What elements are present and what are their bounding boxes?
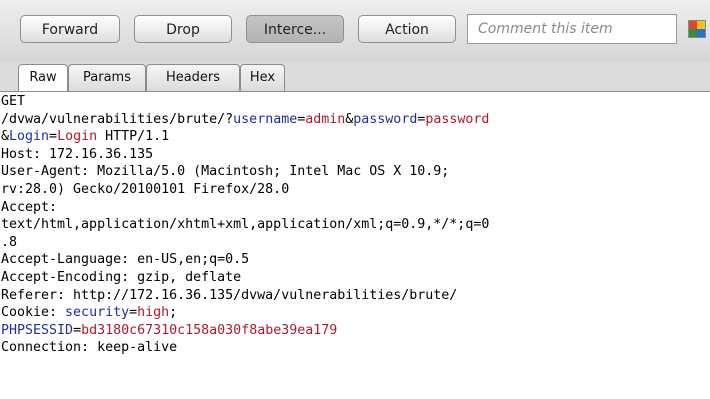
param-password-key: password (353, 111, 418, 127)
tab-headers[interactable]: Headers (146, 64, 240, 91)
highlight-color-icon[interactable] (688, 20, 706, 38)
param-login-value: Login (57, 129, 98, 145)
raw-request-editor[interactable]: GET /dvwa/vulnerabilities/brute/?usernam… (0, 91, 710, 399)
header-accept-label: Accept: (1, 199, 58, 215)
cookie-phpsessid-key: PHPSESSID (1, 322, 74, 338)
color-swatch-blue (697, 29, 705, 37)
header-accept-encoding: Accept-Encoding: gzip, deflate (1, 269, 242, 285)
header-user-agent-1: User-Agent: Mozilla/5.0 (Macintosh; Inte… (1, 164, 450, 180)
header-accept-value-1: text/html,application/xhtml+xml,applicat… (1, 217, 490, 233)
cookie-security-value: high (137, 305, 170, 321)
color-swatch-green (689, 29, 697, 37)
tab-raw[interactable]: Raw (18, 64, 68, 92)
param-login-key: Login (9, 129, 50, 145)
request-method: GET (1, 94, 26, 109)
header-cookie-label: Cookie: (1, 305, 66, 321)
header-host: Host: 172.16.36.135 (1, 146, 154, 162)
action-button[interactable]: Action (358, 15, 456, 43)
color-swatch-red (689, 21, 697, 29)
proxy-toolbar: Forward Drop Interce... Action Comment t… (0, 0, 710, 62)
intercept-button[interactable]: Interce... (246, 15, 344, 43)
cookie-phpsessid-value: bd3180c67310c158a030f8abe39ea179 (81, 322, 338, 338)
comment-field[interactable]: Comment this item (467, 14, 677, 44)
param-username-key: username (233, 111, 298, 127)
cookie-security-key: security (65, 305, 130, 321)
header-connection: Connection: keep-alive (1, 340, 178, 356)
header-user-agent-2: rv:28.0) Gecko/20100101 Firefox/28.0 (1, 181, 290, 197)
drop-button[interactable]: Drop (134, 15, 232, 43)
request-path: /dvwa/vulnerabilities/brute/? (1, 111, 234, 127)
tab-hex[interactable]: Hex (240, 64, 285, 91)
http-version: HTTP/1.1 (97, 129, 170, 145)
tab-params[interactable]: Params (68, 64, 146, 91)
color-swatch-yellow (697, 21, 705, 29)
header-accept-value-2: .8 (1, 234, 18, 250)
param-password-value: password (425, 111, 490, 127)
param-username-value: admin (305, 111, 346, 127)
forward-button[interactable]: Forward (20, 15, 120, 43)
header-referer: Referer: http://172.16.36.135/dvwa/vulne… (1, 287, 458, 303)
header-accept-language: Accept-Language: en-US,en;q=0.5 (1, 252, 250, 268)
